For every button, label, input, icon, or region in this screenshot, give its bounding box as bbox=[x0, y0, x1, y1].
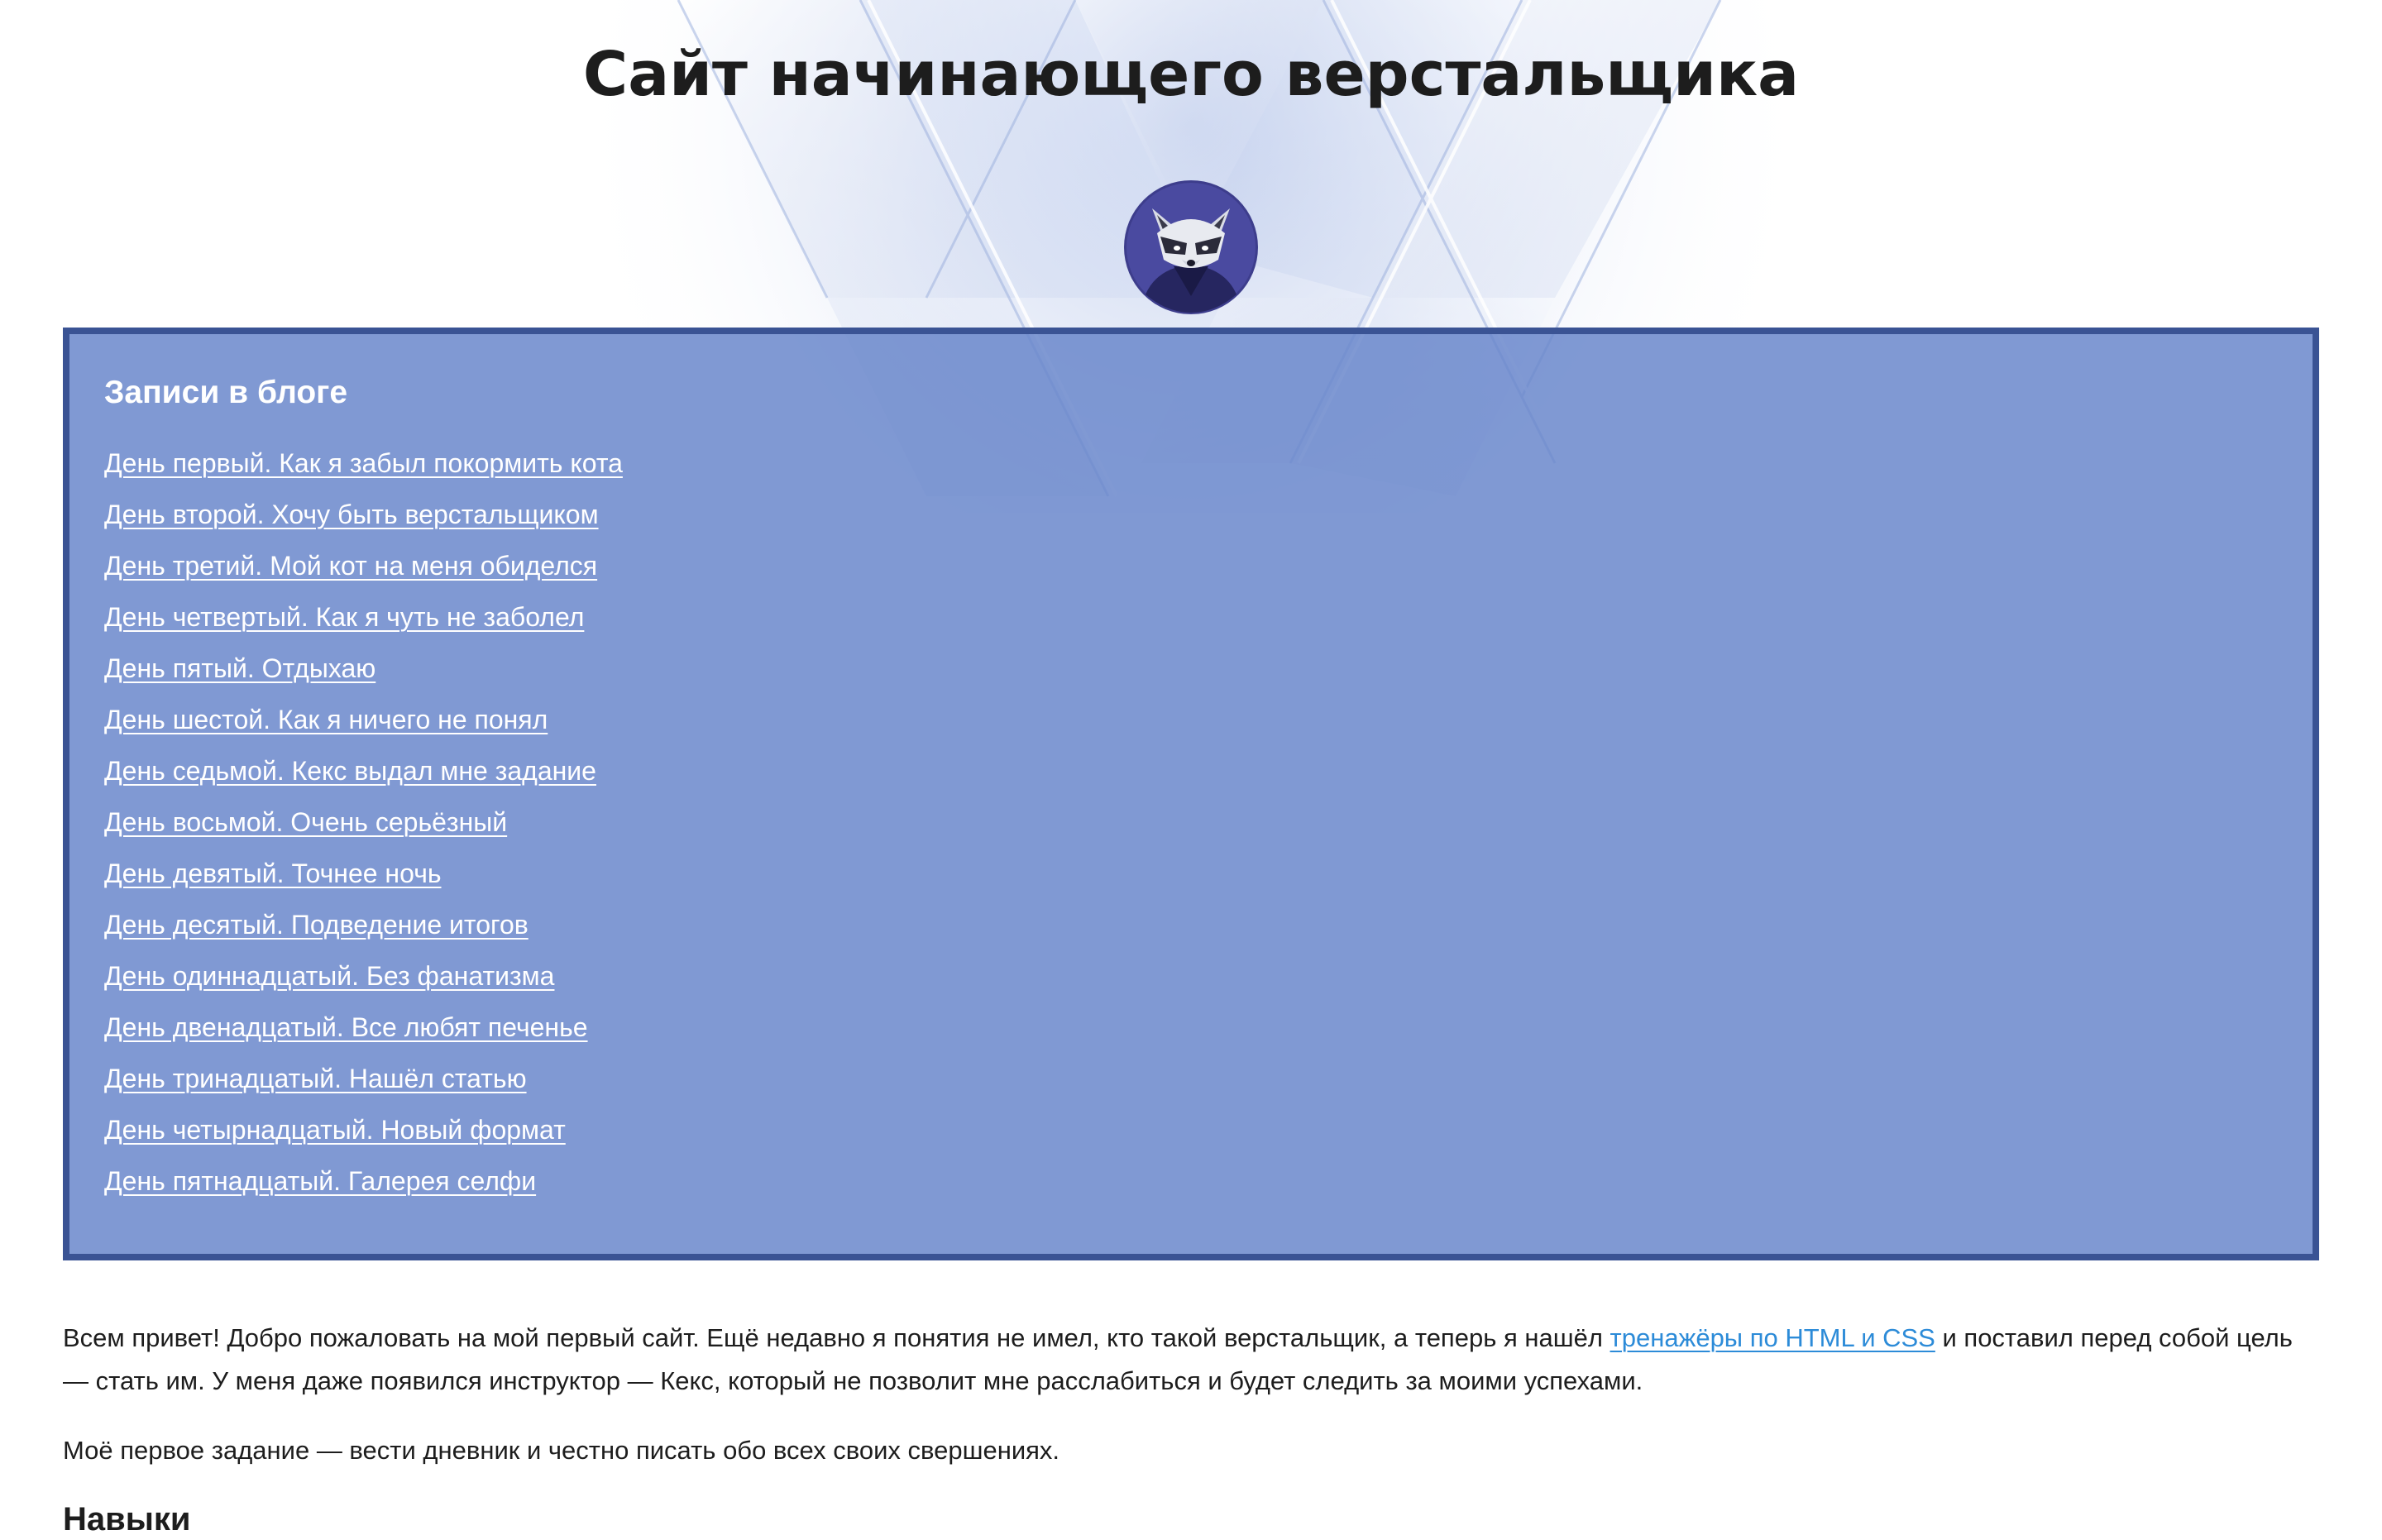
blog-post-link[interactable]: День третий. Мой кот на меня обиделся bbox=[104, 551, 597, 581]
list-item: День девятый. Точнее ночь bbox=[104, 852, 2278, 903]
list-item: День восьмой. Очень серьёзный bbox=[104, 801, 2278, 852]
blog-post-link[interactable]: День пятнадцатый. Галерея селфи bbox=[104, 1166, 536, 1196]
blog-post-link[interactable]: День первый. Как я забыл покормить кота bbox=[104, 448, 623, 478]
blog-section-title: Записи в блоге bbox=[104, 375, 348, 410]
blog-post-link[interactable]: День второй. Хочу быть верстальщиком bbox=[104, 500, 599, 529]
list-item: День тринадцатый. Нашёл статью bbox=[104, 1057, 2278, 1108]
page-title: Сайт начинающего верстальщика bbox=[582, 39, 1800, 110]
list-item: День четырнадцатый. Новый формат bbox=[104, 1108, 2278, 1160]
blog-post-link[interactable]: День девятый. Точнее ночь bbox=[104, 858, 442, 888]
main-content: Всем привет! Добро пожаловать на мой пер… bbox=[63, 1317, 2319, 1540]
blog-posts-section: Записи в блоге День первый. Как я забыл … bbox=[63, 328, 2319, 1260]
list-item: День седьмой. Кекс выдал мне задание bbox=[104, 749, 2278, 801]
blog-post-list: День первый. Как я забыл покормить кота … bbox=[104, 442, 2278, 1211]
page: Сайт начинающего верстальщика Записи в б… bbox=[0, 0, 2382, 1540]
site-header: Сайт начинающего верстальщика bbox=[63, 0, 2319, 314]
list-item: День пятый. Отдыхаю bbox=[104, 647, 2278, 698]
list-item: День четвертый. Как я чуть не заболел bbox=[104, 595, 2278, 647]
blog-post-link[interactable]: День одиннадцатый. Без фанатизма bbox=[104, 961, 554, 991]
skills-heading: Навыки bbox=[63, 1501, 191, 1538]
list-item: День третий. Мой кот на меня обиделся bbox=[104, 544, 2278, 595]
blog-post-link[interactable]: День четвертый. Как я чуть не заболел bbox=[104, 602, 584, 632]
blog-post-link[interactable]: День пятый. Отдыхаю bbox=[104, 653, 375, 683]
task-paragraph: Моё первое задание — вести дневник и чес… bbox=[63, 1436, 1060, 1465]
list-item: День пятнадцатый. Галерея селфи bbox=[104, 1160, 2278, 1211]
list-item: День первый. Как я забыл покормить кота bbox=[104, 442, 2278, 493]
list-item: День одиннадцатый. Без фанатизма bbox=[104, 954, 2278, 1006]
blog-post-link[interactable]: День тринадцатый. Нашёл статью bbox=[104, 1064, 527, 1093]
blog-post-link[interactable]: День седьмой. Кекс выдал мне задание bbox=[104, 756, 596, 786]
intro-text-start: Всем привет! Добро пожаловать на мой пер… bbox=[63, 1323, 1610, 1352]
list-item: День шестой. Как я ничего не понял bbox=[104, 698, 2278, 749]
raccoon-avatar-icon bbox=[1124, 180, 1258, 314]
blog-post-link[interactable]: День восьмой. Очень серьёзный bbox=[104, 807, 507, 837]
intro-paragraph: Всем привет! Добро пожаловать на мой пер… bbox=[63, 1317, 2319, 1403]
trainers-link[interactable]: тренажёры по HTML и CSS bbox=[1610, 1323, 1935, 1352]
list-item: День двенадцатый. Все любят печенье bbox=[104, 1006, 2278, 1057]
blog-post-link[interactable]: День двенадцатый. Все любят печенье bbox=[104, 1012, 588, 1042]
blog-post-link[interactable]: День шестой. Как я ничего не понял bbox=[104, 705, 548, 734]
blog-post-link[interactable]: День четырнадцатый. Новый формат bbox=[104, 1115, 566, 1145]
blog-post-link[interactable]: День десятый. Подведение итогов bbox=[104, 910, 529, 940]
list-item: День второй. Хочу быть верстальщиком bbox=[104, 493, 2278, 544]
list-item: День десятый. Подведение итогов bbox=[104, 903, 2278, 954]
